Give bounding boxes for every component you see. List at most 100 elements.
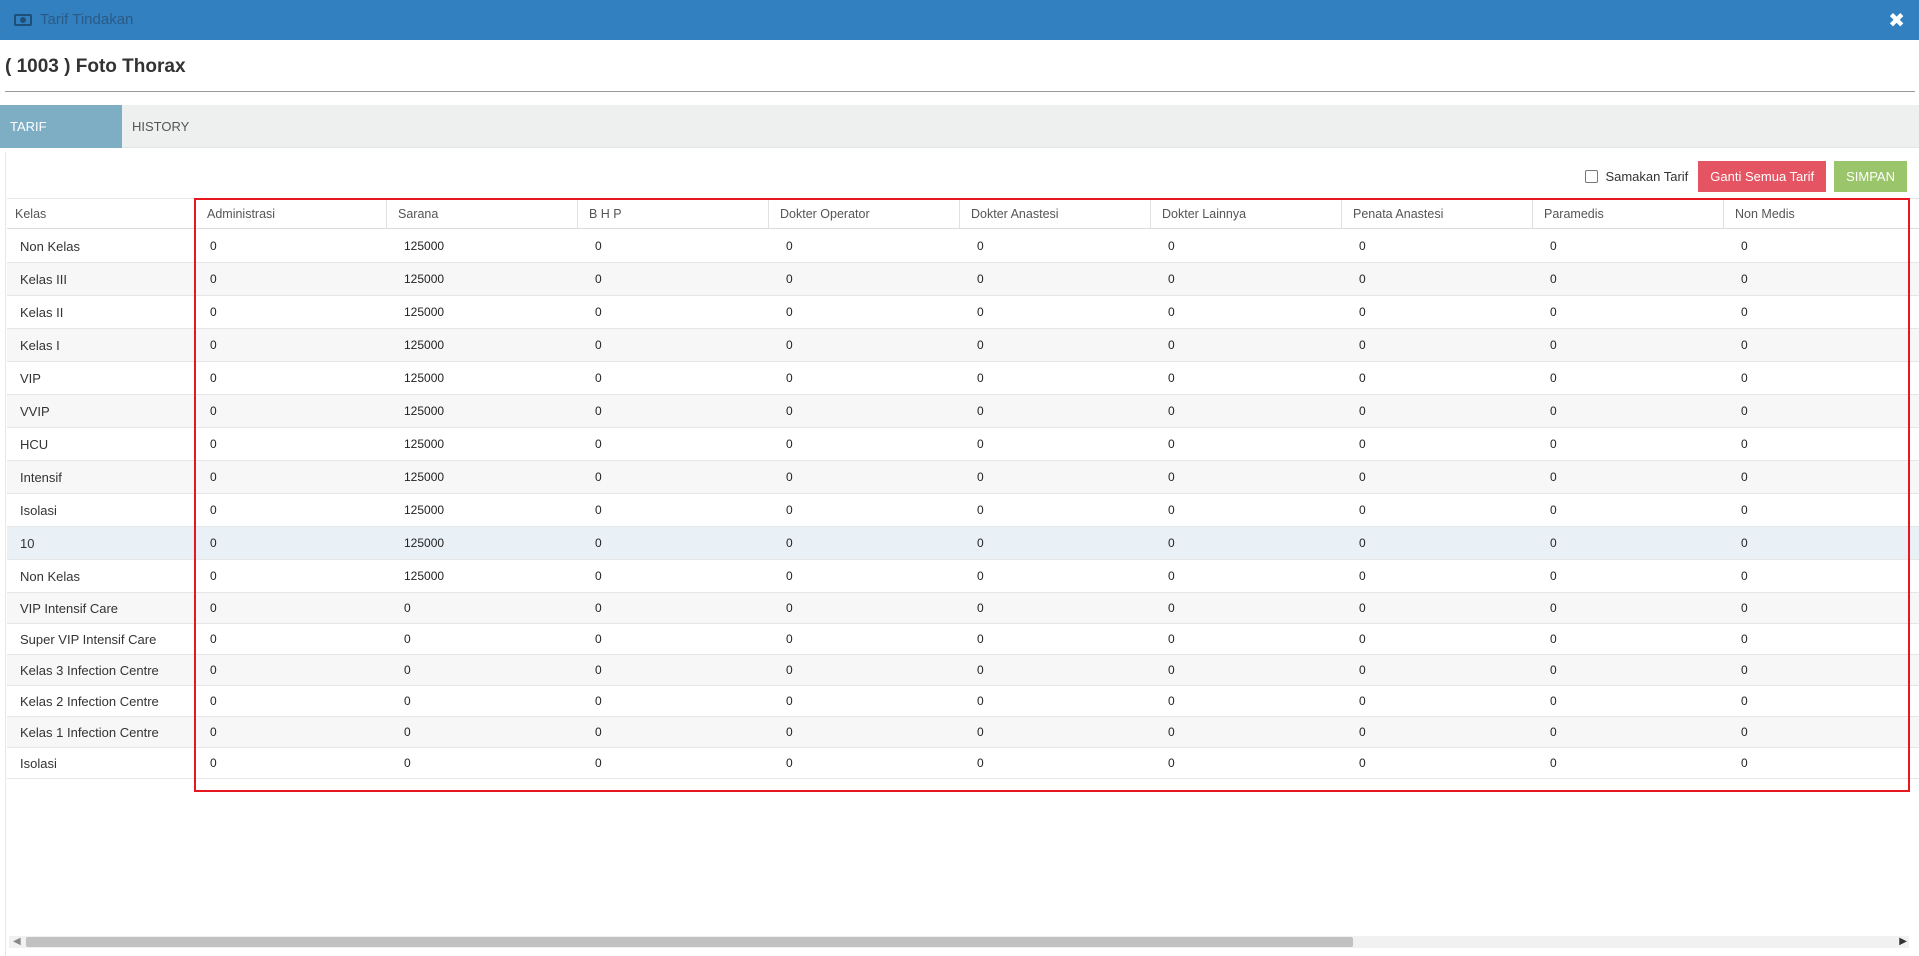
tariff-cell-bhp[interactable]: 0 [577, 329, 768, 361]
tariff-cell-sarana[interactable]: 0 [386, 748, 577, 778]
tariff-cell-bhp[interactable]: 0 [577, 428, 768, 460]
tariff-cell-penata-anastesi[interactable]: 0 [1341, 494, 1532, 526]
tariff-cell-dokter-anastesi[interactable]: 0 [959, 624, 1150, 654]
tariff-cell-dokter-operator[interactable]: 0 [768, 494, 959, 526]
tariff-cell-sarana[interactable]: 125000 [386, 230, 577, 262]
table-row[interactable]: Kelas 2 Infection Centre 0 0 0 0 0 0 0 0 0 [7, 686, 1919, 717]
tariff-cell-penata-anastesi[interactable]: 0 [1341, 395, 1532, 427]
tariff-cell-sarana[interactable]: 0 [386, 686, 577, 716]
tariff-cell-non-medis[interactable]: 0 [1723, 230, 1909, 262]
tariff-cell-dokter-operator[interactable]: 0 [768, 395, 959, 427]
tariff-cell-bhp[interactable]: 0 [577, 686, 768, 716]
tariff-cell-dokter-operator[interactable]: 0 [768, 296, 959, 328]
tariff-cell-dokter-operator[interactable]: 0 [768, 329, 959, 361]
table-row[interactable]: VVIP 0 125000 0 0 0 0 0 0 0 [7, 395, 1919, 428]
tariff-cell-dokter-anastesi[interactable]: 0 [959, 593, 1150, 623]
tariff-cell-dokter-lainnya[interactable]: 0 [1150, 263, 1341, 295]
tariff-cell-dokter-lainnya[interactable]: 0 [1150, 717, 1341, 747]
tariff-cell-non-medis[interactable]: 0 [1723, 686, 1909, 716]
tariff-cell-sarana[interactable]: 125000 [386, 329, 577, 361]
tariff-cell-non-medis[interactable]: 0 [1723, 329, 1909, 361]
tariff-cell-administrasi[interactable]: 0 [195, 717, 386, 747]
table-row[interactable]: Isolasi 0 0 0 0 0 0 0 0 0 [7, 748, 1919, 779]
tariff-cell-non-medis[interactable]: 0 [1723, 395, 1909, 427]
tariff-cell-penata-anastesi[interactable]: 0 [1341, 748, 1532, 778]
tariff-cell-bhp[interactable]: 0 [577, 748, 768, 778]
tariff-cell-dokter-anastesi[interactable]: 0 [959, 494, 1150, 526]
tariff-cell-bhp[interactable]: 0 [577, 624, 768, 654]
tariff-cell-sarana[interactable]: 0 [386, 655, 577, 685]
tariff-cell-dokter-operator[interactable]: 0 [768, 230, 959, 262]
tariff-cell-dokter-operator[interactable]: 0 [768, 428, 959, 460]
tariff-cell-sarana[interactable]: 125000 [386, 395, 577, 427]
horizontal-scrollbar[interactable]: ◀ ▶ [9, 936, 1909, 948]
tariff-cell-penata-anastesi[interactable]: 0 [1341, 329, 1532, 361]
same-tariff-checkbox[interactable] [1585, 169, 1599, 183]
tariff-cell-non-medis[interactable]: 0 [1723, 624, 1909, 654]
tariff-cell-dokter-operator[interactable]: 0 [768, 717, 959, 747]
tariff-cell-sarana[interactable]: 125000 [386, 527, 577, 559]
tariff-cell-dokter-operator[interactable]: 0 [768, 748, 959, 778]
table-row[interactable]: Kelas II 0 125000 0 0 0 0 0 0 0 [7, 296, 1919, 329]
tariff-cell-dokter-lainnya[interactable]: 0 [1150, 624, 1341, 654]
tariff-cell-dokter-operator[interactable]: 0 [768, 527, 959, 559]
tariff-cell-sarana[interactable]: 125000 [386, 263, 577, 295]
tariff-cell-paramedis[interactable]: 0 [1532, 748, 1723, 778]
tariff-cell-bhp[interactable]: 0 [577, 593, 768, 623]
tariff-cell-dokter-lainnya[interactable]: 0 [1150, 560, 1341, 592]
tariff-cell-sarana[interactable]: 125000 [386, 560, 577, 592]
tariff-cell-dokter-lainnya[interactable]: 0 [1150, 748, 1341, 778]
scroll-left-icon[interactable]: ◀ [13, 936, 21, 948]
tariff-cell-administrasi[interactable]: 0 [195, 362, 386, 394]
tariff-cell-paramedis[interactable]: 0 [1532, 461, 1723, 493]
tariff-cell-sarana[interactable]: 0 [386, 624, 577, 654]
tariff-cell-administrasi[interactable]: 0 [195, 593, 386, 623]
tariff-cell-penata-anastesi[interactable]: 0 [1341, 296, 1532, 328]
tariff-cell-dokter-operator[interactable]: 0 [768, 560, 959, 592]
tariff-cell-dokter-lainnya[interactable]: 0 [1150, 296, 1341, 328]
table-row[interactable]: Kelas 3 Infection Centre 0 0 0 0 0 0 0 0 0 [7, 655, 1919, 686]
tariff-cell-bhp[interactable]: 0 [577, 527, 768, 559]
tariff-cell-paramedis[interactable]: 0 [1532, 717, 1723, 747]
tariff-cell-penata-anastesi[interactable]: 0 [1341, 527, 1532, 559]
tariff-cell-bhp[interactable]: 0 [577, 395, 768, 427]
tariff-cell-paramedis[interactable]: 0 [1532, 263, 1723, 295]
tariff-cell-dokter-lainnya[interactable]: 0 [1150, 329, 1341, 361]
tariff-cell-dokter-anastesi[interactable]: 0 [959, 230, 1150, 262]
close-icon[interactable]: ✖ [1888, 8, 1905, 33]
tariff-cell-penata-anastesi[interactable]: 0 [1341, 263, 1532, 295]
tariff-cell-non-medis[interactable]: 0 [1723, 428, 1909, 460]
tariff-cell-dokter-lainnya[interactable]: 0 [1150, 362, 1341, 394]
tariff-cell-non-medis[interactable]: 0 [1723, 748, 1909, 778]
tariff-cell-sarana[interactable]: 125000 [386, 296, 577, 328]
table-row[interactable]: Kelas 1 Infection Centre 0 0 0 0 0 0 0 0 0 [7, 717, 1919, 748]
tariff-cell-paramedis[interactable]: 0 [1532, 428, 1723, 460]
table-row[interactable]: Intensif 0 125000 0 0 0 0 0 0 0 [7, 461, 1919, 494]
tariff-cell-dokter-anastesi[interactable]: 0 [959, 655, 1150, 685]
tariff-cell-penata-anastesi[interactable]: 0 [1341, 230, 1532, 262]
table-row[interactable]: VIP Intensif Care 0 0 0 0 0 0 0 0 0 [7, 593, 1919, 624]
tariff-cell-bhp[interactable]: 0 [577, 560, 768, 592]
tariff-cell-non-medis[interactable]: 0 [1723, 362, 1909, 394]
tariff-cell-administrasi[interactable]: 0 [195, 527, 386, 559]
tariff-cell-paramedis[interactable]: 0 [1532, 624, 1723, 654]
tariff-cell-non-medis[interactable]: 0 [1723, 655, 1909, 685]
tariff-cell-paramedis[interactable]: 0 [1532, 655, 1723, 685]
tariff-cell-dokter-anastesi[interactable]: 0 [959, 329, 1150, 361]
tariff-cell-bhp[interactable]: 0 [577, 362, 768, 394]
tariff-cell-dokter-operator[interactable]: 0 [768, 362, 959, 394]
tariff-cell-dokter-lainnya[interactable]: 0 [1150, 655, 1341, 685]
tariff-cell-penata-anastesi[interactable]: 0 [1341, 686, 1532, 716]
tariff-cell-administrasi[interactable]: 0 [195, 329, 386, 361]
table-row[interactable]: Isolasi 0 125000 0 0 0 0 0 0 0 [7, 494, 1919, 527]
tariff-cell-paramedis[interactable]: 0 [1532, 296, 1723, 328]
tariff-cell-dokter-lainnya[interactable]: 0 [1150, 494, 1341, 526]
tariff-cell-dokter-anastesi[interactable]: 0 [959, 560, 1150, 592]
scrollbar-thumb[interactable] [26, 937, 1353, 947]
tariff-cell-paramedis[interactable]: 0 [1532, 560, 1723, 592]
tariff-cell-administrasi[interactable]: 0 [195, 494, 386, 526]
tariff-cell-dokter-anastesi[interactable]: 0 [959, 461, 1150, 493]
tariff-cell-penata-anastesi[interactable]: 0 [1341, 362, 1532, 394]
tariff-cell-administrasi[interactable]: 0 [195, 395, 386, 427]
tariff-cell-dokter-lainnya[interactable]: 0 [1150, 428, 1341, 460]
